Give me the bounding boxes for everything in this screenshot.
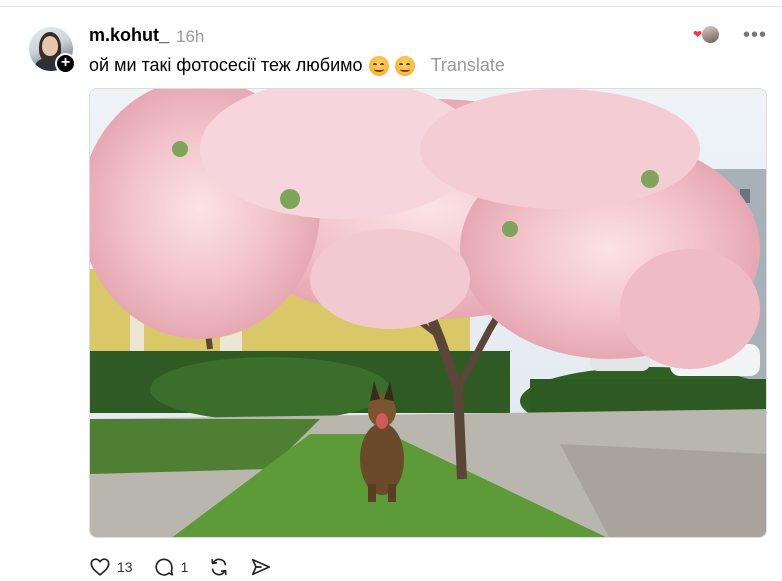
post-text: ой ми такі фотосесії теж любимо [89, 55, 363, 75]
like-count: 13 [117, 559, 133, 575]
like-button[interactable]: 13 [89, 556, 133, 578]
heart-icon [90, 558, 110, 576]
photo-dog-under-blossom-tree [90, 89, 766, 537]
post-caption: ой ми такі фотосесії теж любимо Translat… [89, 55, 505, 76]
reply-count: 1 [180, 559, 189, 575]
repost-button[interactable] [208, 556, 230, 578]
username[interactable]: m.kohut_ [89, 25, 169, 46]
follow-plus-icon[interactable]: + [55, 53, 76, 74]
more-options-button[interactable]: ••• [743, 25, 767, 45]
header-right: ❤ ••• [693, 24, 767, 46]
translate-link[interactable]: Translate [431, 55, 505, 76]
liker-avatar [700, 25, 720, 44]
comment-icon [154, 558, 173, 576]
send-icon [252, 558, 271, 576]
profile-avatar-container[interactable]: + [29, 27, 76, 74]
smiling-face-emoji-icon [368, 55, 389, 76]
smiling-face-emoji-icon [394, 55, 415, 76]
top-divider [0, 6, 782, 7]
liked-by-indicator[interactable]: ❤ [693, 24, 721, 46]
share-button[interactable] [250, 556, 272, 578]
post-actions: 13 1 [89, 556, 292, 578]
post-timestamp[interactable]: 16h [176, 27, 204, 47]
post-photo[interactable] [89, 88, 767, 538]
repost-icon [211, 558, 228, 576]
reply-button[interactable]: 1 [153, 556, 189, 578]
